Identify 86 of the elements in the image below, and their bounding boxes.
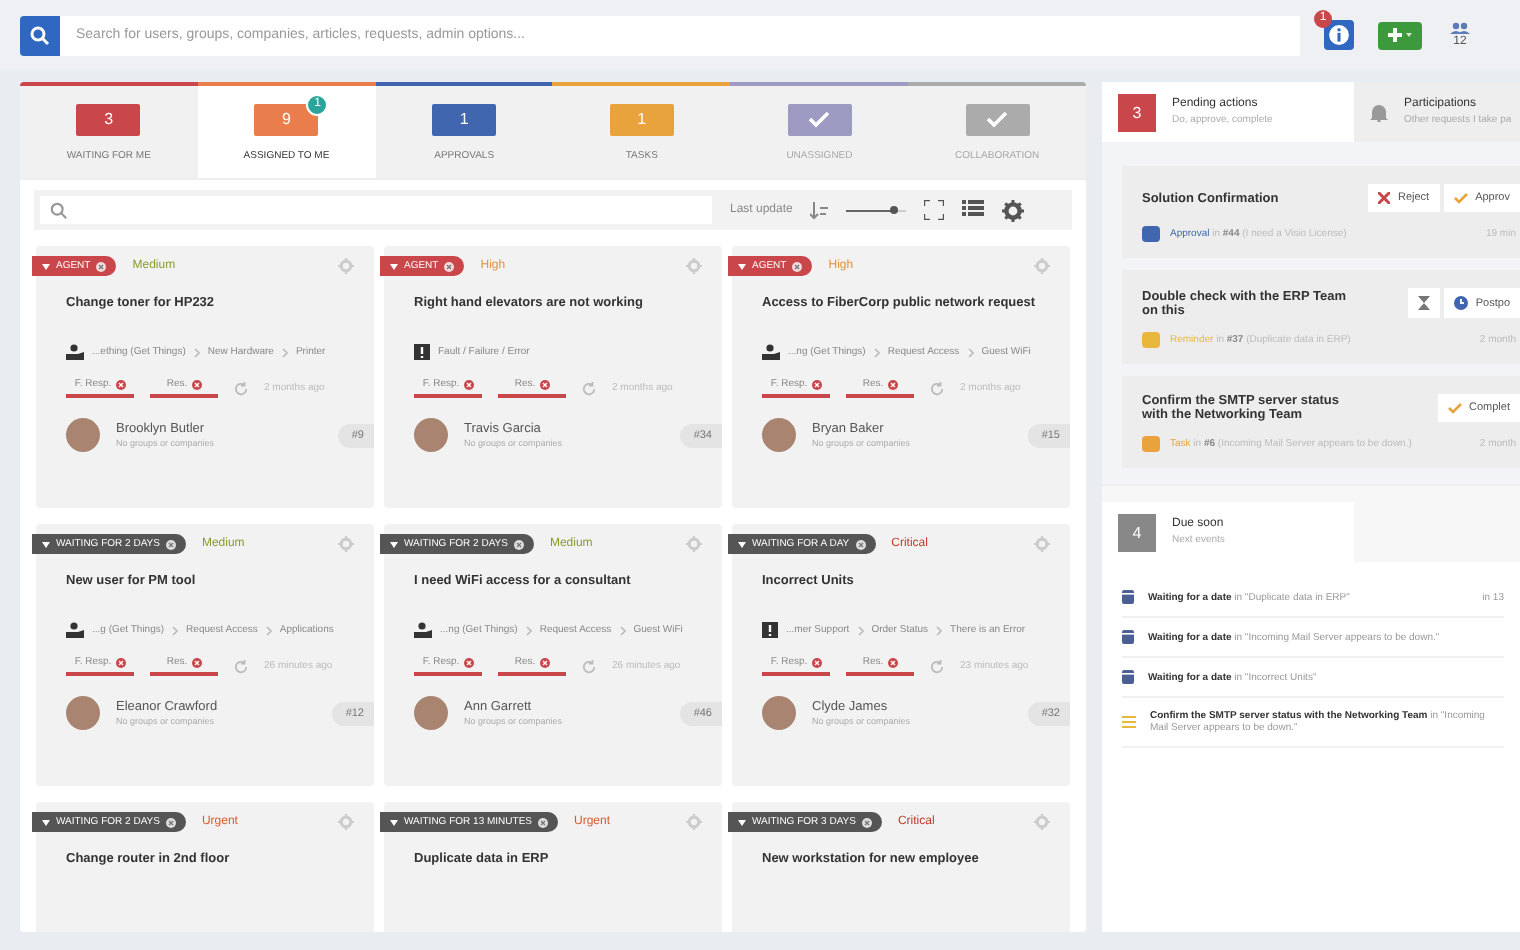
overdue-icon [191,379,202,389]
caret-icon [390,819,398,825]
calendar-icon [1122,590,1134,604]
remove-icon [444,261,455,271]
close-icon [1377,192,1390,204]
overdue-icon [539,657,550,667]
avatar [66,696,100,730]
calendar-icon [1122,630,1134,644]
check-icon [986,110,1009,128]
overdue-icon [191,657,202,667]
avatar [414,696,448,730]
overdue-icon [539,379,550,389]
tab-count: 1 [609,103,674,135]
remove-icon [792,261,803,271]
remove-icon [96,261,107,271]
check-icon [808,110,831,128]
avatar [414,418,448,452]
chevron-icon [857,625,864,635]
refresh-icon [234,381,248,395]
refresh-icon [582,659,596,673]
overdue-icon [887,657,898,667]
notifications-button[interactable] [1324,20,1354,50]
overdue-icon [887,379,898,389]
refresh-icon [930,381,944,395]
chevron-icon [193,347,200,357]
avatar [66,418,100,452]
overdue-icon [811,657,822,667]
refresh-icon [930,659,944,673]
due-count: 4 [1118,513,1156,551]
list-icon [1122,716,1136,728]
filter-search-field[interactable] [40,196,712,224]
search-icon [30,25,50,45]
clock-icon [1453,296,1468,310]
overdue-icon [463,657,474,667]
hourglass-icon [1417,296,1430,310]
add-button[interactable] [1378,21,1422,49]
chevron-icon [265,625,272,635]
settings-icon[interactable] [1002,199,1025,221]
alert-icon [762,622,778,638]
chevron-icon [525,625,532,635]
remove-icon [855,539,866,549]
remove-icon [165,539,176,549]
calendar-icon [1122,670,1134,684]
pending-count: 3 [1118,93,1156,131]
remove-icon [861,817,872,827]
sort-icon[interactable] [810,201,829,219]
chevron-icon [172,625,179,635]
avatar [762,696,796,730]
chevron-icon [936,625,943,635]
size-slider[interactable] [846,202,907,218]
caret-icon [42,819,50,825]
refresh-icon [582,381,596,395]
tab-count: 3 [76,103,141,135]
caret-icon [42,541,50,547]
users-icon [1450,22,1470,34]
action-button[interactable] [1407,288,1440,318]
tab-count: 1 [432,103,497,135]
remove-icon [513,539,524,549]
chevron-icon [619,625,626,635]
refresh-icon [234,659,248,673]
search-button[interactable] [20,15,60,55]
remove-icon [537,817,548,827]
search-icon [50,201,68,219]
caret-icon [738,819,746,825]
overdue-icon [463,379,474,389]
fullscreen-icon[interactable] [924,200,945,220]
plus-icon [1386,26,1414,44]
remove-icon [165,817,176,827]
check-icon [1447,402,1462,414]
check-icon [1453,192,1468,204]
alert-icon [414,344,430,360]
avatar [762,418,796,452]
caret-icon [738,541,746,547]
caret-icon [390,263,398,269]
overdue-icon [811,379,822,389]
list-view-icon[interactable] [962,200,985,220]
caret-icon [738,263,746,269]
chevron-icon [873,347,880,357]
overdue-icon [115,379,126,389]
info-icon [1328,24,1350,46]
bell-icon [1370,102,1388,122]
chevron-icon [967,347,974,357]
caret-icon [390,541,398,547]
chevron-icon [281,347,288,357]
overdue-icon [115,657,126,667]
caret-icon [42,263,50,269]
